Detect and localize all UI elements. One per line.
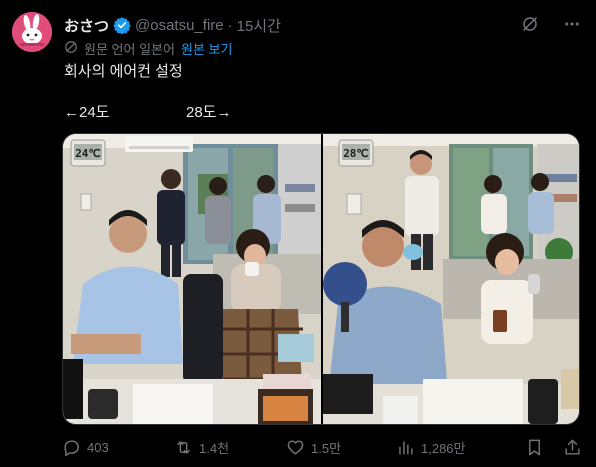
share-icon[interactable] xyxy=(562,437,582,457)
label-left: ←24도 xyxy=(64,104,110,121)
display-name[interactable]: おさつ xyxy=(64,15,109,36)
repost-icon xyxy=(177,440,190,454)
action-bar-right xyxy=(524,437,582,457)
translate-icon xyxy=(64,40,78,57)
reply-icon xyxy=(64,439,79,456)
views-count: 1,286만 xyxy=(421,440,466,456)
views-icon xyxy=(399,440,413,455)
views-button[interactable]: 1,286만 xyxy=(396,438,508,457)
post-header: おさつ @osatsu_fire · 15시간 xyxy=(64,15,281,35)
like-count: 1.5만 xyxy=(311,440,342,456)
heart-icon xyxy=(287,439,304,455)
left-thermostat-text: 24℃ xyxy=(75,147,101,160)
verified-badge-icon xyxy=(113,16,131,35)
cold-office-illustration: 24℃ xyxy=(63,134,321,424)
translation-row: 원문 언어 일본어 원본 보기 xyxy=(64,39,232,58)
top-actions xyxy=(520,14,582,34)
translation-note: 원문 언어 일본어 xyxy=(84,42,175,57)
separator-dot: · xyxy=(227,16,233,34)
more-icon[interactable] xyxy=(562,14,582,34)
hot-office-illustration: 28℃ xyxy=(323,134,579,424)
right-thermostat-text: 28℃ xyxy=(343,147,369,160)
label-right: 28도→ xyxy=(186,104,232,121)
repost-button[interactable]: 1.4천 xyxy=(174,438,286,457)
post-time[interactable]: 15시간 xyxy=(237,15,281,36)
media-image-right[interactable]: 28℃ xyxy=(323,134,579,424)
media-image-left[interactable]: 24℃ xyxy=(63,134,321,424)
avatar[interactable] xyxy=(12,12,52,52)
post-text: 회사의 에어컨 설정 xyxy=(64,63,183,80)
reply-count: 403 xyxy=(87,439,109,455)
like-button[interactable]: 1.5만 xyxy=(286,438,396,457)
repost-count: 1.4천 xyxy=(199,440,230,456)
avatar-rabbit-icon xyxy=(12,12,52,52)
grok-icon[interactable] xyxy=(520,14,540,34)
post-media[interactable]: 24℃ 28℃ xyxy=(62,133,580,425)
bookmark-icon[interactable] xyxy=(524,437,544,457)
user-handle[interactable]: @osatsu_fire xyxy=(135,17,224,34)
show-original-link[interactable]: 원본 보기 xyxy=(181,39,232,58)
action-bar: 403 1.4천 1.5만 1,286만 xyxy=(62,437,582,457)
reply-button[interactable]: 403 xyxy=(62,438,174,457)
